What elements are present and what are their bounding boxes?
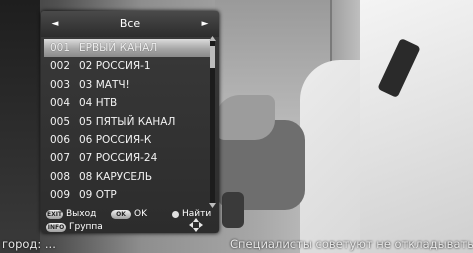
scrollbar-thumb[interactable]: [210, 46, 215, 68]
channel-name: 04 НТВ: [79, 97, 118, 110]
ticker-text-left: город: ...: [2, 237, 56, 251]
channel-row[interactable]: 001 ЕРВЫЙ КАНАЛ: [44, 39, 210, 57]
channel-list-panel: ◄ Все ► 001 ЕРВЫЙ КАНАЛ 002 02 РОССИЯ-1 003 0…: [41, 11, 219, 233]
channel-row[interactable]: 006 06 РОССИЯ-К: [44, 131, 210, 149]
ok-label: OK: [134, 209, 147, 219]
channel-number: 002: [50, 60, 71, 73]
group-title: Все: [119, 17, 141, 30]
channel-row[interactable]: 008 08 КАРУСЕЛЬ: [44, 168, 210, 186]
group-selector: ◄ Все ►: [41, 11, 219, 37]
scrollbar[interactable]: [209, 36, 216, 208]
navigation-pad-icon: [189, 218, 203, 232]
exit-label: Выход: [66, 209, 97, 219]
channel-number: 001: [50, 42, 71, 54]
channel-number: 006: [50, 134, 71, 146]
channel-number: 009: [50, 189, 71, 202]
channel-number: 005: [50, 115, 71, 128]
channel-name: ЕРВЫЙ КАНАЛ: [79, 42, 158, 54]
find-dot-icon[interactable]: [172, 211, 179, 218]
channel-row[interactable]: 003 03 МАТЧ!: [44, 76, 210, 94]
channel-name: 05 ПЯТЫЙ КАНАЛ: [79, 115, 176, 128]
channel-name: 03 МАТЧ!: [79, 78, 130, 91]
channel-row[interactable]: 004 04 НТВ: [44, 94, 210, 112]
arrow-right-icon[interactable]: ►: [198, 17, 212, 31]
channel-number: 003: [50, 78, 71, 91]
arrow-left-icon[interactable]: ◄: [48, 17, 62, 31]
channel-row[interactable]: 009 09 ОТР: [44, 186, 210, 204]
channel-list: 001 ЕРВЫЙ КАНАЛ 002 02 РОССИЯ-1 003 03 МАТЧ! 0…: [44, 39, 210, 205]
channel-name: 07 РОССИЯ-24: [79, 152, 158, 165]
group-label: Группа: [69, 222, 103, 232]
video-dark-edge: [0, 0, 40, 253]
channel-number: 007: [50, 152, 71, 165]
info-key[interactable]: INFO: [46, 223, 66, 232]
ok-key[interactable]: OK: [111, 210, 131, 219]
channel-number: 004: [50, 97, 71, 110]
key-hints: EXIT Выход OK OK Найти INFO Группа: [41, 207, 219, 233]
channel-row[interactable]: 007 07 РОССИЯ-24: [44, 149, 210, 167]
channel-row[interactable]: 002 02 РОССИЯ-1: [44, 57, 210, 75]
channel-name: 08 КАРУСЕЛЬ: [79, 170, 153, 183]
scroll-up-icon[interactable]: [209, 36, 216, 41]
channel-number: 008: [50, 170, 71, 183]
channel-name: 02 РОССИЯ-1: [79, 60, 151, 73]
video-doctor-coat-right: [360, 0, 473, 253]
channel-name: 06 РОССИЯ-К: [79, 134, 152, 146]
channel-row[interactable]: 005 05 ПЯТЫЙ КАНАЛ: [44, 113, 210, 131]
video-wristwatch: [222, 192, 244, 228]
channel-name: 09 ОТР: [79, 189, 117, 202]
exit-key[interactable]: EXIT: [46, 210, 63, 219]
ticker-text-right: Специалисты советуют не откладывать: [230, 237, 473, 251]
subtitle-ticker: город: ... Специалисты советуют не откла…: [0, 236, 473, 253]
video-hand: [215, 95, 275, 140]
